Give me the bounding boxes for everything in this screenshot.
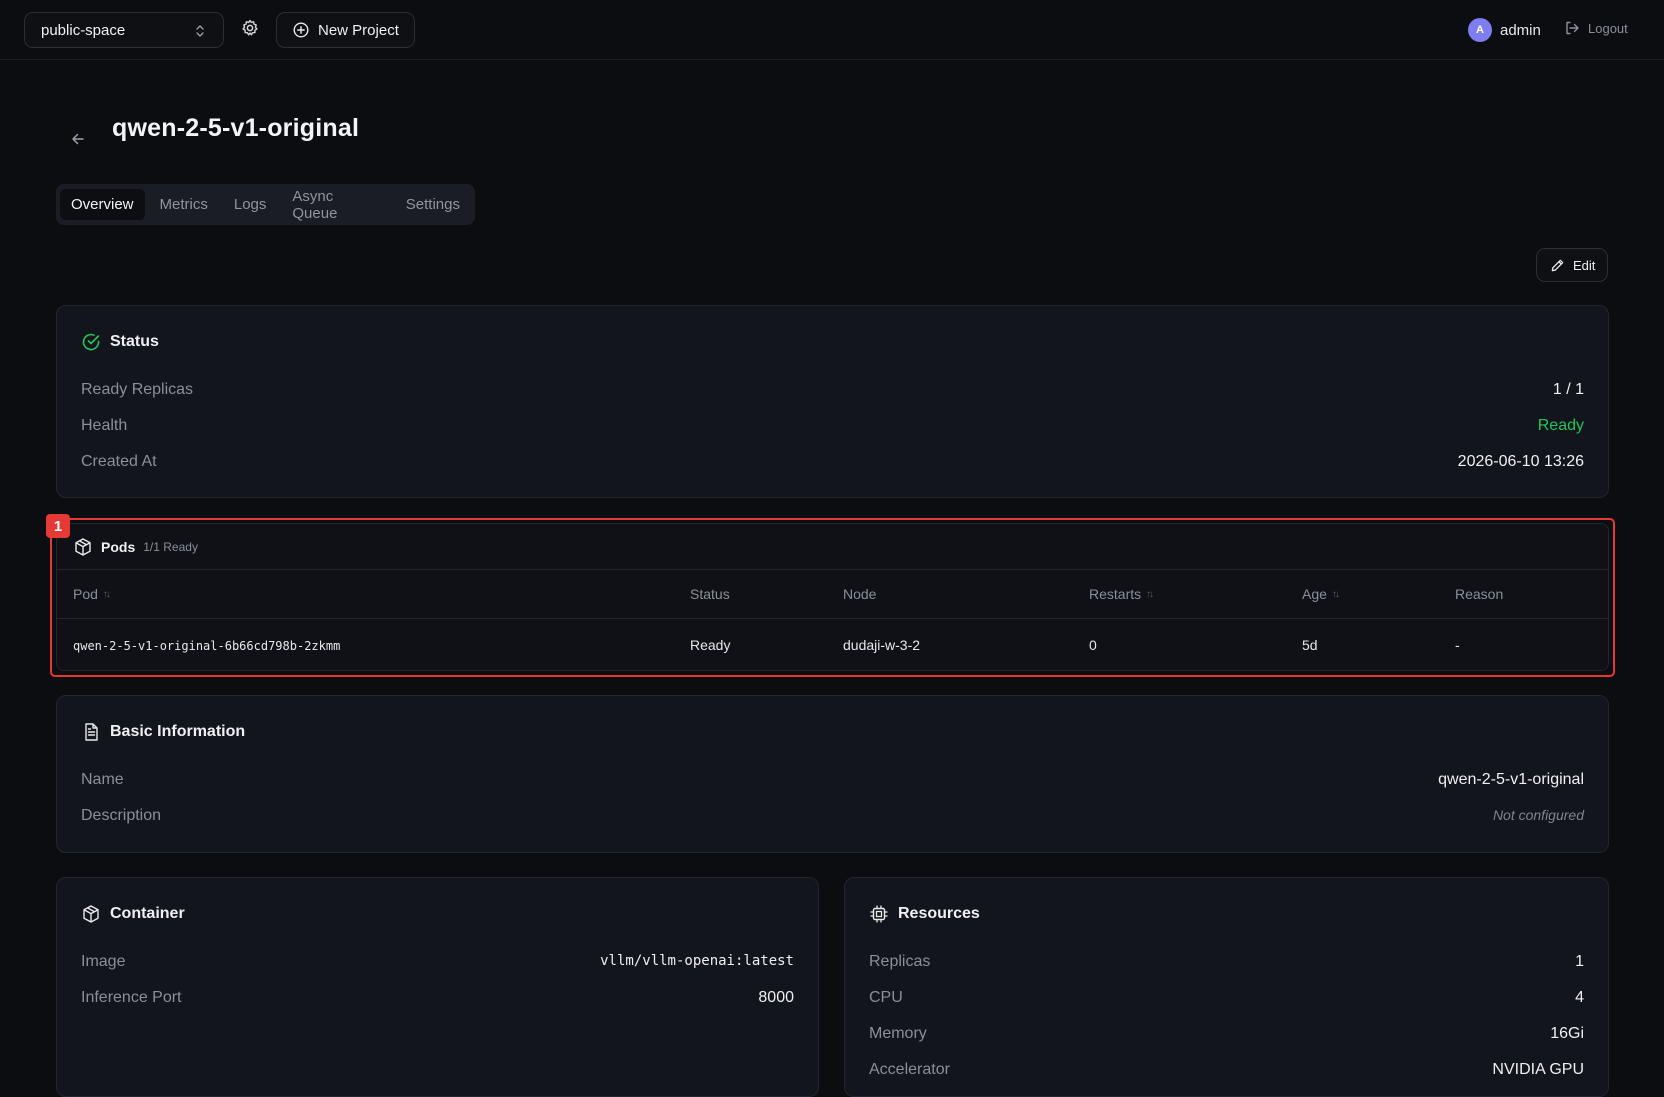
column-reason-label: Reason xyxy=(1455,586,1504,602)
column-pod[interactable]: Pod ↑↓ xyxy=(73,586,111,602)
resources-title-row: Resources xyxy=(869,904,980,924)
basic-info-card: Basic Information Name qwen-2-5-v1-origi… xyxy=(56,695,1609,853)
sort-icon: ↑↓ xyxy=(1146,588,1154,600)
column-age[interactable]: Age ↑↓ xyxy=(1302,586,1340,602)
tab-metrics[interactable]: Metrics xyxy=(149,189,219,220)
image-value: vllm/vllm-openai:latest xyxy=(600,953,794,969)
cpu-value: 4 xyxy=(1575,989,1584,1006)
pod-reason: - xyxy=(1455,637,1460,653)
pods-title: Pods xyxy=(101,538,136,555)
tab-settings[interactable]: Settings xyxy=(395,189,471,220)
annotation-badge: 1 xyxy=(46,514,70,538)
inference-port-label: Inference Port xyxy=(81,989,182,1006)
replicas-value: 1 xyxy=(1575,953,1584,970)
column-age-label: Age xyxy=(1302,586,1327,602)
resources-title: Resources xyxy=(898,905,980,922)
created-at-label: Created At xyxy=(81,453,157,470)
tab-async-queue[interactable]: Async Queue xyxy=(281,188,390,222)
pod-status: Ready xyxy=(690,637,731,653)
chevrons-up-down-icon xyxy=(196,25,204,37)
memory-value: 16Gi xyxy=(1550,1025,1584,1042)
pod-name: qwen-2-5-v1-original-6b66cd798b-2zkmm xyxy=(73,639,341,653)
top-bar: public-space New Project A admin Logout xyxy=(0,0,1664,60)
column-restarts-label: Restarts xyxy=(1089,586,1142,602)
resources-card: Resources Replicas 1 CPU 4 Memory 16Gi A… xyxy=(844,877,1609,1097)
user-menu[interactable]: A admin xyxy=(1468,18,1541,42)
column-reason: Reason xyxy=(1455,586,1503,602)
ready-replicas-label: Ready Replicas xyxy=(81,381,194,398)
edit-label: Edit xyxy=(1573,257,1596,273)
status-title-row: Status xyxy=(81,332,159,352)
table-row[interactable]: qwen-2-5-v1-original-6b66cd798b-2zkmm Re… xyxy=(57,619,1608,671)
column-node-label: Node xyxy=(843,586,877,602)
health-value: Ready xyxy=(1537,417,1584,434)
container-title: Container xyxy=(110,905,185,922)
inference-port-value: 8000 xyxy=(758,989,794,1006)
logout-label: Logout xyxy=(1588,20,1628,36)
tab-logs[interactable]: Logs xyxy=(223,189,278,220)
cube-icon xyxy=(83,905,99,923)
pods-ready-count: 1/1 Ready xyxy=(143,539,198,554)
sort-icon: ↑↓ xyxy=(1331,588,1340,600)
logout-button[interactable]: Logout xyxy=(1564,20,1628,36)
user-name: admin xyxy=(1500,21,1541,39)
health-label: Health xyxy=(81,417,128,434)
workspace-select[interactable]: public-space xyxy=(24,12,224,48)
sort-icon: ↑↓ xyxy=(102,588,111,600)
accelerator-value: NVIDIA GPU xyxy=(1492,1061,1584,1078)
new-project-label: New Project xyxy=(318,21,399,39)
check-circle-icon xyxy=(82,333,100,351)
column-status: Status xyxy=(690,586,730,602)
column-status-label: Status xyxy=(690,586,730,602)
cpu-label: CPU xyxy=(869,989,903,1006)
workspace-name: public-space xyxy=(41,21,126,39)
document-icon xyxy=(85,723,98,741)
pods-card: Pods 1/1 Ready Pod ↑↓ Status Node Restart… xyxy=(56,523,1609,671)
tab-bar: Overview Metrics Logs Async Queue Settin… xyxy=(56,184,475,225)
pod-node: dudaji-w-3-2 xyxy=(843,637,921,653)
basic-info-title-row: Basic Information xyxy=(81,722,245,742)
image-label: Image xyxy=(81,953,126,970)
column-pod-label: Pod xyxy=(73,586,98,602)
basic-info-title: Basic Information xyxy=(110,723,246,740)
created-at-value: 2026-06-10 13:26 xyxy=(1457,453,1584,470)
pod-restarts: 0 xyxy=(1089,637,1097,653)
plus-circle-icon xyxy=(293,22,309,38)
container-title-row: Container xyxy=(81,904,185,924)
column-restarts[interactable]: Restarts ↑↓ xyxy=(1089,586,1154,602)
status-title: Status xyxy=(110,333,159,350)
cube-icon xyxy=(75,537,91,556)
edit-button[interactable]: Edit xyxy=(1536,248,1608,282)
page-title: qwen-2-5-v1-original xyxy=(112,114,360,142)
ready-replicas-value: 1 / 1 xyxy=(1552,381,1584,398)
avatar: A xyxy=(1468,18,1492,42)
tab-overview[interactable]: Overview xyxy=(60,189,145,220)
accelerator-label: Accelerator xyxy=(869,1061,950,1078)
description-value: Not configured xyxy=(1492,807,1584,823)
logout-icon xyxy=(1566,21,1579,35)
pod-age: 5d xyxy=(1302,637,1318,653)
description-label: Description xyxy=(81,807,162,824)
cpu-icon xyxy=(870,905,888,923)
column-node: Node xyxy=(843,586,876,602)
memory-label: Memory xyxy=(869,1025,927,1042)
pods-table-header: Pod ↑↓ Status Node Restarts ↑↓ Age ↑↓ Reaso… xyxy=(57,570,1608,619)
name-label: Name xyxy=(81,771,124,788)
container-card: Container Image vllm/vllm-openai:latest … xyxy=(56,877,819,1097)
new-project-button[interactable]: New Project xyxy=(276,12,415,48)
status-card: Status Ready Replicas 1 / 1 Health Ready… xyxy=(56,305,1609,498)
arrow-left-icon[interactable] xyxy=(70,131,86,147)
name-value: qwen-2-5-v1-original xyxy=(1438,771,1584,788)
replicas-label: Replicas xyxy=(869,953,931,970)
gear-icon[interactable] xyxy=(240,18,260,38)
pods-header: Pods 1/1 Ready xyxy=(57,524,1608,570)
pencil-icon xyxy=(1551,259,1564,271)
